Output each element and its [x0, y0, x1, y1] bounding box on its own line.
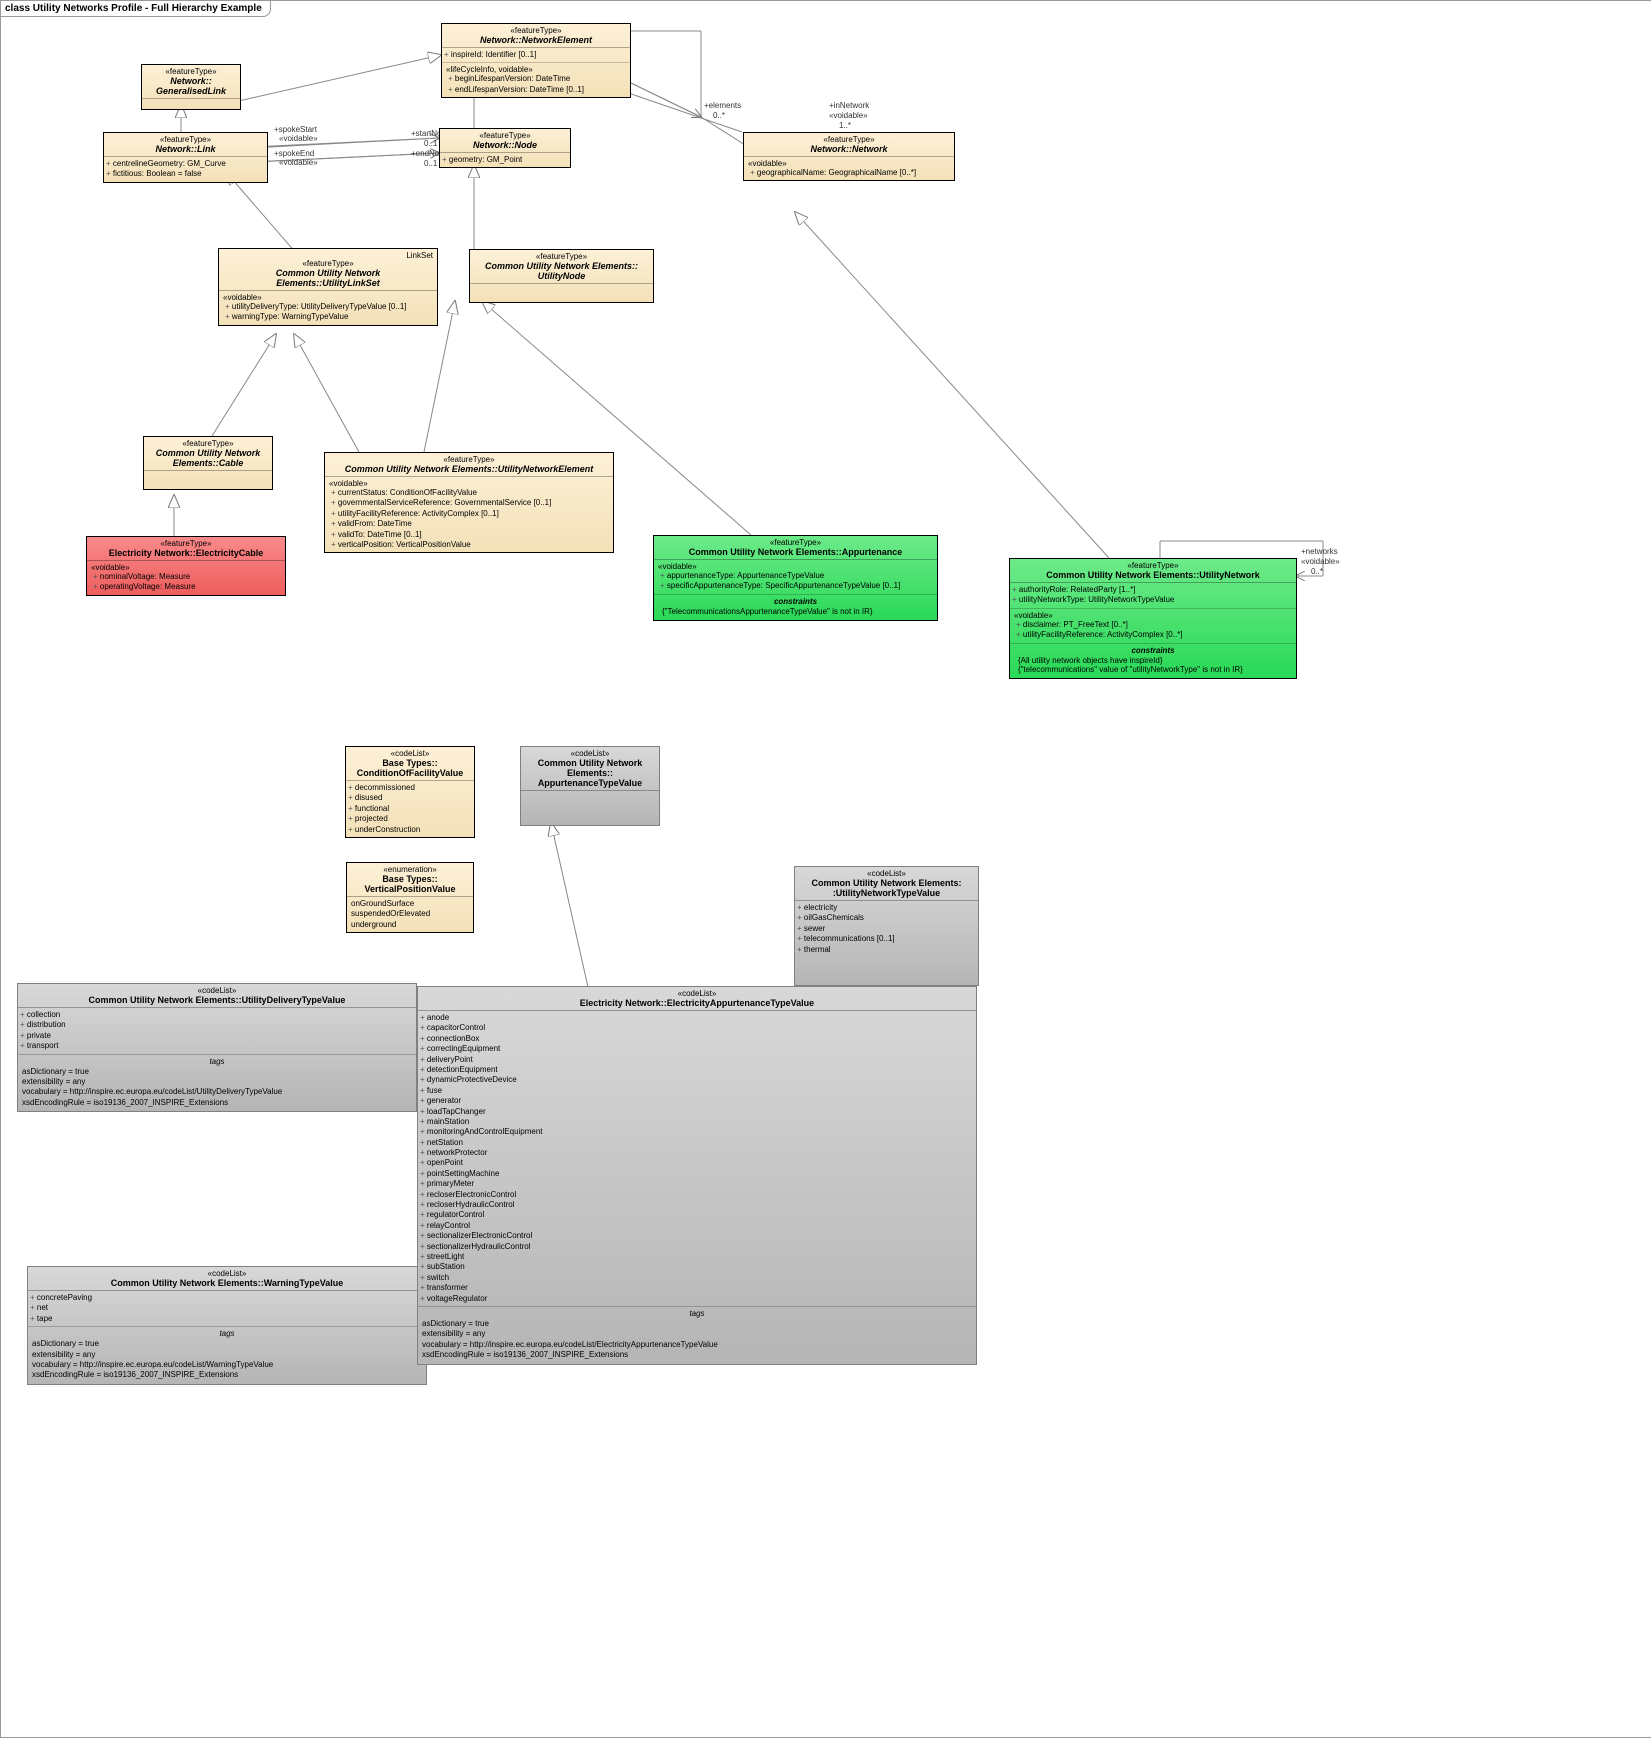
enum-vertical-position: «enumeration»Base Types:: VerticalPositi…	[346, 862, 474, 933]
lbl: «voidable»	[829, 111, 868, 120]
lbl: 0..*	[1311, 567, 1323, 576]
codelist-warning-type: «codeList»Common Utility Network Element…	[27, 1266, 427, 1385]
codelist-appurtenance-type: «codeList»Common Utility Network Element…	[520, 746, 660, 826]
class-utility-network-element: «featureType»Common Utility Network Elem…	[324, 452, 614, 553]
lbl: +networks	[1301, 547, 1338, 556]
lbl: 0..*	[713, 111, 725, 120]
lbl: «voidable»	[279, 158, 318, 167]
class-cable: «featureType»Common Utility Network Elem…	[143, 436, 273, 490]
lbl: 1..*	[839, 121, 851, 130]
class-electricity-cable: «featureType»Electricity Network::Electr…	[86, 536, 286, 596]
lbl: 0..1	[424, 139, 437, 148]
frame-title: class Utility Networks Profile - Full Hi…	[0, 0, 271, 17]
diagram-frame: class Utility Networks Profile - Full Hi…	[0, 0, 1651, 1738]
codelist-condition-of-facility: «codeList»Base Types:: ConditionOfFacili…	[345, 746, 475, 838]
lbl: +spokeStart	[274, 125, 317, 134]
codelist-utility-delivery-type: «codeList»Common Utility Network Element…	[17, 983, 417, 1112]
lbl: +spokeEnd	[274, 149, 314, 158]
codelist-elec-appurtenance-type: «codeList»Electricity Network::Electrici…	[417, 986, 977, 1365]
class-utility-network: «featureType»Common Utility Network Elem…	[1009, 558, 1297, 679]
class-network: «featureType»Network::Network «voidable»…	[743, 132, 955, 181]
elec-items: anodecapacitorControlconnectionBoxcorrec…	[418, 1011, 976, 1307]
class-utility-link-set: LinkSet «featureType»Common Utility Netw…	[218, 248, 438, 326]
lbl: 0..1	[424, 159, 437, 168]
lbl: +elements	[704, 101, 741, 110]
class-generalised-link: «featureType»Network:: GeneralisedLink	[141, 64, 241, 110]
class-network-element: «featureType»Network::NetworkElement ins…	[441, 23, 631, 98]
class-appurtenance: «featureType»Common Utility Network Elem…	[653, 535, 938, 621]
lbl: «voidable»	[279, 134, 318, 143]
class-utility-node: «featureType»Common Utility Network Elem…	[469, 249, 654, 303]
lbl: «voidable»	[1301, 557, 1340, 566]
class-node: «featureType»Network::Node geometry: GM_…	[439, 128, 571, 168]
class-link: «featureType»Network::Link centrelineGeo…	[103, 132, 268, 183]
lbl: +inNetwork	[829, 101, 869, 110]
codelist-utility-network-type: «codeList»Common Utility Network Element…	[794, 866, 979, 986]
